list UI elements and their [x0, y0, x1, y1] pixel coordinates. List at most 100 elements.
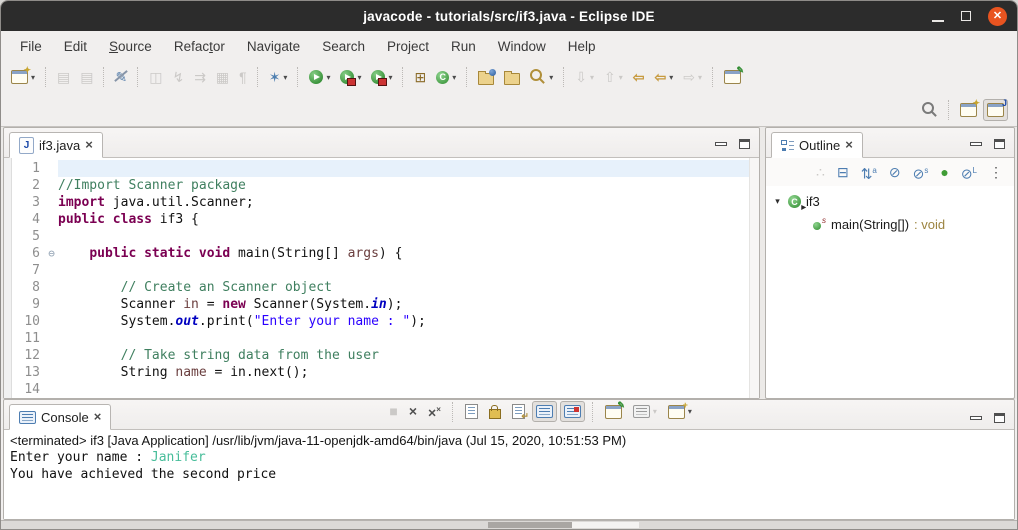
run-button[interactable]: ▾ — [305, 66, 334, 88]
run-icon — [309, 70, 324, 84]
hide-local-types-button[interactable]: ⊘L — [957, 159, 981, 186]
close-tab-icon[interactable]: × — [845, 138, 853, 151]
back-history-button[interactable]: ⇦ ▾ — [650, 66, 677, 89]
new-java-class-button[interactable]: ▾ — [432, 67, 460, 88]
horizontal-scrollbar[interactable] — [1, 520, 1017, 529]
link-with-editor-button[interactable]: ✎ — [720, 65, 745, 88]
tab-label: Outline — [799, 137, 841, 153]
pin-console-button[interactable] — [531, 401, 557, 423]
maximize-outline-icon[interactable] — [994, 139, 1005, 149]
scrollbar-thumb[interactable] — [488, 522, 572, 528]
maximize-icon[interactable] — [961, 11, 971, 21]
coverage-dropdown-icon[interactable]: ▾ — [357, 73, 361, 82]
console-pane-buttons — [970, 413, 1014, 429]
quick-search-button[interactable] — [918, 98, 942, 122]
run-dropdown-icon[interactable]: ▾ — [326, 73, 330, 82]
menu-navigate[interactable]: Navigate — [236, 34, 311, 59]
back-history-dropdown-icon[interactable]: ▾ — [669, 73, 673, 82]
editor-pane-buttons — [715, 139, 759, 157]
new-wizard-button[interactable]: ✦ ▾ — [7, 65, 39, 88]
toolbar-separator — [297, 67, 299, 87]
display-selected-console-icon — [632, 405, 650, 419]
previous-annotation-icon: ⇧ — [604, 68, 616, 85]
code-line-4: 4 public class if3 { — [12, 211, 749, 228]
close-tab-icon[interactable]: × — [85, 138, 93, 151]
profile-button[interactable]: ▾ — [367, 66, 396, 88]
console-body[interactable]: <terminated> if3 [Java Application] /usr… — [4, 430, 1014, 519]
profile-dropdown-icon[interactable]: ▾ — [388, 73, 392, 82]
code-text: public static void main(String[] args) { — [89, 246, 403, 261]
debug-dropdown-icon[interactable]: ▾ — [283, 73, 287, 82]
open-resource-button[interactable] — [500, 66, 524, 89]
tab-if3-java[interactable]: J if3.java × — [9, 132, 103, 158]
hide-non-public-members-button[interactable]: ● — [936, 161, 952, 184]
open-console-dropdown-icon[interactable]: ▾ — [688, 407, 692, 416]
open-console-button[interactable]: + ▾ — [664, 400, 696, 423]
new-wizard-dropdown-icon[interactable]: ▾ — [31, 73, 35, 82]
menu-edit[interactable]: Edit — [53, 34, 98, 59]
toolbar-separator — [256, 67, 259, 87]
show-on-stdout-change-button[interactable] — [559, 401, 585, 423]
code-line-3: 3 import java.util.Scanner; — [12, 194, 749, 211]
java-perspective-button[interactable]: J — [983, 98, 1008, 121]
clear-console-button[interactable] — [461, 400, 482, 423]
menu-search[interactable]: Search — [311, 34, 376, 59]
expander-icon[interactable]: ▾ — [772, 196, 783, 207]
previous-annotation-button: ⇧ ▾ — [600, 66, 627, 89]
fold-marker-icon[interactable]: ⊖ — [45, 245, 58, 262]
line-number: 4 — [32, 212, 40, 227]
collapse-all-button[interactable]: ⊟ — [833, 161, 853, 184]
outline-node-if3[interactable]: ▾ ▶if3 — [770, 190, 1010, 213]
scroll-lock-button[interactable] — [485, 400, 505, 423]
minimize-outline-icon[interactable] — [970, 142, 982, 146]
search-torch-dropdown-icon[interactable]: ▾ — [549, 73, 553, 82]
outline-node-mainstring[interactable]: s main(String[]) : void — [770, 213, 1010, 236]
build-all-icon: ◫ — [149, 68, 163, 85]
menu-run[interactable]: Run — [440, 34, 487, 59]
menu-file[interactable]: File — [9, 34, 53, 59]
open-type-button[interactable] — [474, 66, 498, 89]
tab-outline[interactable]: Outline × — [771, 132, 863, 158]
line-number: 5 — [32, 229, 40, 244]
display-selected-console-button[interactable]: ▾ — [629, 401, 661, 422]
toggle-mark-occurrences-button[interactable]: ✎ — [111, 66, 131, 89]
code-editor[interactable]: 1 2//Import Scanner package 3 import java.u… — [4, 158, 759, 398]
menu-window[interactable]: Window — [487, 34, 557, 59]
open-perspective-button[interactable]: ✦ — [956, 98, 981, 121]
hide-fields-button[interactable]: ⊘ — [885, 161, 905, 184]
menu-project[interactable]: Project — [376, 34, 440, 59]
minimize-editor-icon[interactable] — [715, 142, 727, 146]
remove-launch-button[interactable]: × — [405, 400, 421, 423]
menu-refactor[interactable]: Refactor — [163, 34, 236, 59]
minimize-icon[interactable] — [932, 19, 944, 22]
menu-help[interactable]: Help — [557, 34, 607, 59]
toggle-table-icon: ▦ — [215, 68, 230, 85]
titlebar[interactable]: javacode - tutorials/src/if3.java - Ecli… — [1, 1, 1017, 31]
remove-all-terminated-button[interactable]: ×× — [424, 398, 445, 425]
minimize-console-icon[interactable] — [970, 416, 982, 420]
new-java-project-button[interactable]: ⊞ — [410, 66, 430, 89]
console-output-line: You have achieved the second price — [10, 467, 277, 482]
fold-ruler — [45, 228, 58, 245]
close-icon[interactable]: ✕ — [988, 6, 1007, 26]
view-menu-button[interactable]: ⋮ — [985, 161, 1007, 184]
maximize-editor-icon[interactable] — [739, 139, 750, 149]
word-wrap-button[interactable]: ↵ — [508, 400, 529, 423]
maximize-console-icon[interactable] — [994, 413, 1005, 423]
menu-source[interactable]: Source — [98, 34, 163, 59]
new-java-class-icon — [436, 70, 450, 84]
coverage-button[interactable]: ▾ — [336, 66, 365, 88]
open-console-pinned-button[interactable]: ✎ — [601, 400, 626, 423]
debug-button[interactable]: ✶ ▾ — [265, 66, 292, 89]
editor-vertical-scrollbar[interactable] — [749, 158, 759, 398]
close-tab-icon[interactable]: × — [94, 410, 102, 423]
code-text: Scanner in = new Scanner(System.in); — [58, 297, 403, 312]
search-torch-button[interactable]: ▾ — [526, 65, 557, 89]
last-edit-location-button[interactable]: ⇦ — [629, 66, 649, 89]
code-line-2: 2 //Import Scanner package — [12, 177, 749, 194]
console-toolbar: ■ × ×× ↵ ✎ ▾ + ▾ — [384, 398, 697, 429]
tab-console[interactable]: Console × — [9, 404, 112, 430]
new-java-class-dropdown-icon[interactable]: ▾ — [452, 73, 456, 82]
sort-alphabetically-button[interactable]: ⇅a — [857, 159, 881, 186]
hide-static-members-button[interactable]: ⊘s — [909, 159, 933, 186]
